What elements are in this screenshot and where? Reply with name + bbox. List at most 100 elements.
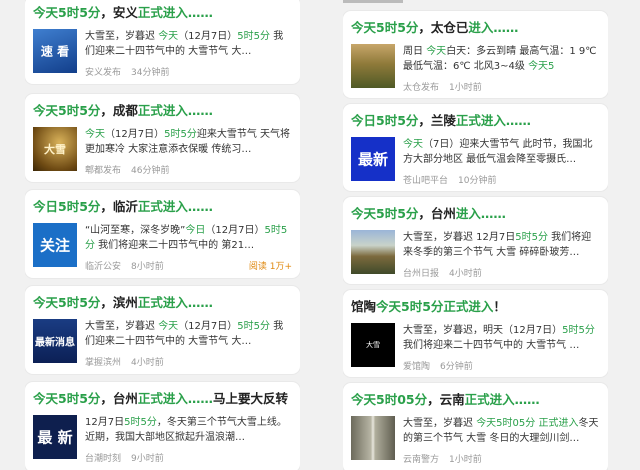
article-body: 最 新 12月7日5时5分，冬天第三个节气大雪上线。近期，我国大部地区掀起升温浪潮…	[33, 415, 292, 464]
article-title[interactable]: 今天5时5分，台州进入……	[351, 206, 600, 222]
article-card[interactable]: 今天5时5分，成都正式进入…… 大雪 今天（12月7日）5时5分迎来大雪节气 天气将…	[25, 94, 300, 182]
source-name[interactable]: 苍山吧平台	[403, 173, 448, 186]
title-segment: 正式进入……	[137, 391, 213, 406]
title-segment: ，云南	[427, 392, 465, 407]
article-thumbnail[interactable]: 大雪	[351, 323, 395, 367]
thumbnail-label: 速 看	[40, 44, 70, 59]
article-thumbnail[interactable]	[351, 44, 395, 88]
title-segment: ，兰陵	[418, 113, 456, 128]
article-card[interactable]: 今天5时5分，太仓已进入…… 周日 今天白天：多云到晴 最高气温：1 9℃ 最低气…	[343, 11, 608, 98]
source-name[interactable]: 台州日报	[403, 266, 439, 279]
source-name[interactable]: 爱馆陶	[403, 359, 430, 372]
article-meta: 临沂公安 8小时前 阅读 1万+	[85, 259, 292, 272]
title-segment: ，成都	[100, 103, 138, 118]
source-name[interactable]: 台潮时刻	[85, 451, 121, 464]
source-name[interactable]: 云南警方	[403, 452, 439, 465]
article-body: 速 看大雪至，岁暮迟 今天（12月7日）5时5分 我们迎来二十四节气中的 大雪节…	[33, 29, 292, 78]
article-body: 最新消息 大雪至，岁暮迟 今天（12月7日）5时5分 我们迎来二十四节气中的 大雪…	[33, 319, 292, 368]
snippet-segment: 今天	[403, 139, 423, 150]
snippet-segment: （7日）迎来大雪节气 此时节，我国北方大部分地区 最低气温会降至零摄氏…	[403, 139, 593, 165]
source-name[interactable]: 掌握滨州	[85, 355, 121, 368]
snippet-segment: 今天	[158, 31, 179, 42]
article-card[interactable]: 今日5时5分，临沂正式进入…… 关注 “山河至寒，深冬岁晚”今日（12月7日）5时5…	[25, 190, 300, 278]
article-thumbnail[interactable]: 最新	[351, 137, 395, 181]
article-title[interactable]: 馆陶今天5时5分正式进入！	[351, 299, 600, 315]
publish-time: 4小时前	[449, 269, 482, 279]
title-segment: 今天5时5分	[33, 295, 101, 310]
publish-time: 34分钟前	[131, 68, 170, 78]
article-card[interactable]: 今日5时5分，兰陵正式进入…… 最新 今天（7日）迎来大雪节气 此时节，我国北方大部…	[343, 104, 608, 191]
article-meta: 安义发布 34分钟前	[85, 65, 292, 78]
title-segment: ！	[493, 299, 506, 314]
article-card[interactable]: 今天5时5分，台州正式进入……马上要大反转最 新 12月7日5时5分，冬天第三个节…	[25, 382, 300, 470]
snippet-segment: 5时5分	[562, 325, 595, 336]
publish-time: 1小时前	[449, 455, 482, 465]
article-content: 大雪至，岁暮迟 今天（12月7日）5时5分 我们迎来二十四节气中的 大雪节气 大…	[85, 29, 292, 78]
article-content: 今天（12月7日）5时5分迎来大雪节气 天气将更加寒冷 大家注意添衣保暖 传统习…	[85, 127, 292, 176]
article-card[interactable]: 今天5时5分，台州进入…… 大雪至，岁暮迟 12月7日5时5分 我们将迎来冬季的第…	[343, 197, 608, 284]
title-segment: 今天5时5分	[351, 20, 419, 35]
article-card[interactable]: 今天5时5分，滨州正式进入…… 最新消息 大雪至，岁暮迟 今天（12月7日）5时5分…	[25, 286, 300, 374]
snippet-segment: 今日	[185, 225, 206, 236]
source-name[interactable]: 郫都发布	[85, 163, 121, 176]
article-title[interactable]: 今日5时5分，兰陵正式进入……	[351, 113, 600, 129]
article-title[interactable]: 今天5时5分，太仓已进入……	[351, 20, 600, 36]
title-segment: ，台州	[100, 391, 138, 406]
snippet-segment: 今天	[158, 321, 179, 332]
snippet-segment: 今天	[85, 129, 105, 140]
article-thumbnail[interactable]	[351, 230, 395, 274]
snippet-segment: “山河至寒，深冬岁晚”	[85, 225, 186, 236]
thumbnail-label: 最新消息	[35, 337, 75, 349]
publish-time: 9小时前	[131, 454, 164, 464]
article-thumbnail[interactable]	[351, 416, 395, 460]
article-snippet: 大雪至，岁暮迟 今天（12月7日）5时5分 我们迎来二十四节气中的 大雪节气 大…	[85, 29, 292, 59]
article-snippet: 大雪至，岁暮迟 今天5时05分 正式进入冬天的第三个节气 大雪 冬日的大理剑川剑…	[403, 416, 600, 446]
publish-time: 1小时前	[449, 83, 482, 93]
snippet-segment: 周日	[403, 46, 427, 57]
title-segment: 正式进入……	[464, 392, 540, 407]
thumbnail-label: 大雪	[366, 341, 380, 349]
article-title[interactable]: 今天5时05分，云南正式进入……	[351, 392, 600, 408]
article-meta: 台潮时刻 9小时前	[85, 451, 292, 464]
article-card[interactable]: 今天5时5分，安义正式进入…… 速 看大雪至，岁暮迟 今天（12月7日）5时5分 …	[25, 0, 300, 84]
article-title[interactable]: 今天5时5分，台州正式进入……马上要大反转	[33, 391, 292, 407]
article-thumbnail[interactable]: 关注	[33, 223, 77, 267]
title-segment: 正式进入……	[137, 5, 213, 20]
article-thumbnail[interactable]: 速 看	[33, 29, 77, 73]
article-meta: 台州日报 4小时前	[403, 266, 600, 279]
article-body: 关注 “山河至寒，深冬岁晚”今日（12月7日）5时5分 我们将迎来二十四节气中的 …	[33, 223, 292, 272]
article-meta: 掌握滨州 4小时前	[85, 355, 292, 368]
source-name[interactable]: 临沂公安	[85, 259, 121, 272]
article-thumbnail[interactable]: 最 新	[33, 415, 77, 459]
article-card[interactable]: 今天5时05分，云南正式进入…… 大雪至，岁暮迟 今天5时05分 正式进入冬天的第…	[343, 383, 608, 470]
snippet-segment: 今天5	[528, 61, 555, 72]
snippet-segment: 5时5分	[237, 31, 271, 42]
article-meta: 云南警方 1小时前	[403, 452, 600, 465]
snippet-segment: 大雪至，岁暮迟 12月7日	[403, 232, 516, 243]
title-segment: 进入……	[455, 206, 506, 221]
title-segment: 今天5时05分	[351, 392, 428, 407]
source-name[interactable]: 安义发布	[85, 65, 121, 78]
source-name[interactable]: 太仓发布	[403, 80, 439, 93]
article-content: 周日 今天白天：多云到晴 最高气温：1 9℃ 最低气温：6℃ 北风3~4级 今天…	[403, 44, 600, 93]
article-title[interactable]: 今天5时5分，成都正式进入……	[33, 103, 292, 119]
publish-time: 10分钟前	[458, 176, 497, 186]
title-segment: 正式进入……	[137, 199, 213, 214]
article-card[interactable]: 馆陶今天5时5分正式进入！ 大雪 大雪至，岁暮迟，明天（12月7日）5时5分 我们将…	[343, 290, 608, 377]
thumbnail-label: 关注	[39, 236, 70, 255]
article-title[interactable]: 今天5时5分，滨州正式进入……	[33, 295, 292, 311]
article-body: 大雪 大雪至，岁暮迟，明天（12月7日）5时5分 我们将迎来二十四节气中的 大雪节…	[351, 323, 600, 372]
article-title[interactable]: 今日5时5分，临沂正式进入……	[33, 199, 292, 215]
article-title[interactable]: 今天5时5分，安义正式进入……	[33, 5, 292, 21]
snippet-segment: （12月7日）	[205, 225, 265, 236]
title-segment: 正式进入……	[137, 295, 213, 310]
snippet-segment: 我们将迎来二十四节气中的 第21…	[95, 240, 255, 251]
article-thumbnail[interactable]: 大雪	[33, 127, 77, 171]
snippet-segment: 大雪至，岁暮迟	[85, 321, 159, 332]
scroll-indicator	[343, 0, 403, 3]
publish-time: 46分钟前	[131, 166, 170, 176]
article-body: 大雪至，岁暮迟 今天5时05分 正式进入冬天的第三个节气 大雪 冬日的大理剑川剑…	[351, 416, 600, 465]
article-thumbnail[interactable]: 最新消息	[33, 319, 77, 363]
snippet-segment: 今天5时05分 正式进入	[476, 418, 579, 429]
title-segment: 今天5时5分	[33, 103, 101, 118]
